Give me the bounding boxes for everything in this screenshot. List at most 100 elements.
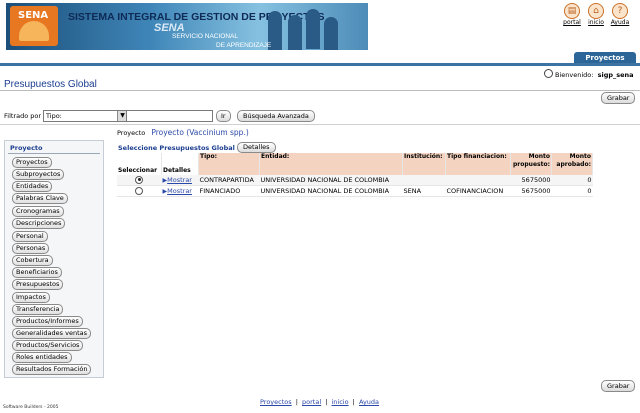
help-link-label: Ayuda bbox=[610, 19, 630, 26]
show-details-link[interactable]: Mostrar bbox=[167, 176, 192, 184]
sidebar-item-personas[interactable]: Personas bbox=[12, 243, 50, 254]
cell-entidad: UNIVERSIDAD NACIONAL DE COLOMBIA bbox=[259, 175, 403, 186]
header-banner: SENA SISTEMA INTEGRAL DE GESTION DE PROY… bbox=[6, 3, 368, 50]
budget-table: Seleccionar Detalles Tipo: Entidad: Inst… bbox=[117, 153, 593, 197]
row-detail-cell: ▶Mostrar bbox=[161, 185, 199, 197]
welcome-greeting: Bienvenido: bbox=[555, 71, 594, 79]
row-detail-cell: ▶Mostrar bbox=[161, 175, 199, 186]
save-button-bottom[interactable]: Grabar bbox=[601, 380, 636, 392]
tabbar-divider bbox=[0, 63, 640, 66]
project-label: Proyecto bbox=[117, 129, 146, 137]
footer-separator: | bbox=[295, 398, 298, 406]
project-value: Proyecto (Vaccinium spp.) bbox=[151, 128, 249, 137]
details-button[interactable]: Detalles bbox=[237, 142, 276, 153]
portal-icon: ▤ bbox=[564, 3, 580, 19]
footer-separator: | bbox=[325, 398, 328, 406]
cell-financiacion: COFINANCIACION bbox=[445, 185, 511, 197]
sidebar-item-entidades[interactable]: Entidades bbox=[12, 181, 53, 192]
column-header-institucion: Institución: bbox=[402, 153, 446, 175]
sidebar: Proyecto Proyectos Subproyectos Entidade… bbox=[4, 140, 104, 378]
table-row[interactable]: ▶Mostrar CONTRAPARTIDA UNIVERSIDAD NACIO… bbox=[117, 175, 593, 186]
sidebar-item-resultados-formacion[interactable]: Resultados Formación bbox=[12, 364, 92, 375]
sidebar-item-cronogramas[interactable]: Cronogramas bbox=[12, 206, 64, 217]
footer-link-portal[interactable]: portal bbox=[302, 398, 321, 406]
footer-nav: Proyectos | portal | inicio | Ayuda bbox=[258, 398, 381, 406]
username: sigp_sena bbox=[597, 71, 634, 79]
home-link-label: inicio bbox=[588, 19, 604, 26]
brand-subtitle-1: SERVICIO NACIONAL bbox=[172, 33, 238, 40]
footer-credit: Software Builders - 2005 bbox=[3, 405, 59, 410]
logo-text: SENA bbox=[18, 10, 49, 21]
row-select-cell bbox=[117, 175, 162, 186]
cell-financiacion bbox=[445, 175, 511, 186]
cell-monto-propuesto: 5675000 bbox=[510, 185, 552, 197]
sidebar-item-presupuestos[interactable]: Presupuestos bbox=[12, 279, 64, 290]
welcome-text: Bienvenido: sigp_sena bbox=[544, 69, 634, 79]
cell-institucion: SENA bbox=[402, 185, 446, 197]
filter-divider bbox=[0, 124, 640, 125]
cell-institucion bbox=[402, 175, 446, 186]
cell-tipo: CONTRAPARTIDA bbox=[198, 175, 260, 186]
logo-gear-shape bbox=[19, 21, 49, 41]
show-details-link[interactable]: Mostrar bbox=[167, 187, 192, 195]
cell-tipo: FINANCIADO bbox=[198, 185, 260, 197]
user-icon bbox=[544, 69, 553, 78]
sidebar-item-productos-informes[interactable]: Productos/Informes bbox=[12, 316, 83, 327]
column-header-detalles: Detalles bbox=[161, 153, 199, 175]
row-select-cell bbox=[117, 185, 162, 197]
filter-input[interactable] bbox=[126, 110, 213, 122]
sidebar-item-impactos[interactable]: Impactos bbox=[12, 292, 50, 303]
go-button[interactable]: Ir bbox=[216, 110, 231, 122]
select-budget-label: Seleccione Presupuestos Global bbox=[118, 144, 235, 152]
column-header-entidad: Entidad: bbox=[259, 153, 403, 175]
sidebar-item-proyectos[interactable]: Proyectos bbox=[12, 157, 52, 168]
portal-link-label: portal bbox=[563, 19, 581, 26]
page-title: Presupuestos Global bbox=[4, 79, 97, 90]
filter-select-value: Tipo: bbox=[46, 112, 62, 120]
banner-figure bbox=[324, 17, 338, 50]
footer-link-ayuda[interactable]: Ayuda bbox=[359, 398, 379, 406]
sidebar-item-subproyectos[interactable]: Subproyectos bbox=[12, 169, 65, 180]
sidebar-item-beneficiarios[interactable]: Beneficiarios bbox=[12, 267, 62, 278]
row-radio-button[interactable] bbox=[135, 186, 144, 195]
filter-select[interactable]: Tipo: ▼ bbox=[43, 110, 128, 122]
help-link[interactable]: ? Ayuda bbox=[610, 3, 630, 26]
sidebar-item-roles-entidades[interactable]: Roles entidades bbox=[12, 352, 72, 363]
home-icon: ⌂ bbox=[588, 3, 604, 19]
sidebar-item-transferencia[interactable]: Transferencia bbox=[12, 304, 64, 315]
sidebar-item-productos-servicios[interactable]: Productos/Servicios bbox=[12, 340, 84, 351]
table-header-row: Seleccionar Detalles Tipo: Entidad: Inst… bbox=[117, 153, 593, 175]
help-icon: ? bbox=[612, 3, 628, 19]
column-header-monto-aprobado: Monto aprobado: bbox=[551, 153, 593, 175]
sena-logo: SENA bbox=[10, 6, 58, 46]
footer-link-proyectos[interactable]: Proyectos bbox=[260, 398, 292, 406]
sidebar-item-personal[interactable]: Personal bbox=[12, 231, 48, 242]
cell-monto-propuesto: 5675000 bbox=[510, 175, 552, 186]
sidebar-heading: Proyecto bbox=[10, 144, 43, 152]
system-title: SISTEMA INTEGRAL DE GESTION DE PROYECTOS bbox=[68, 11, 325, 23]
column-header-monto-propuesto: Monto propuesto: bbox=[510, 153, 552, 175]
column-header-tipo-financiacion: Tipo financiacion: bbox=[445, 153, 511, 175]
row-radio-button[interactable] bbox=[135, 175, 144, 184]
filter-label: Filtrado por bbox=[4, 112, 42, 120]
portal-link[interactable]: ▤ portal bbox=[563, 3, 581, 26]
banner-figure bbox=[306, 9, 320, 49]
table-row[interactable]: ▶Mostrar FINANCIADO UNIVERSIDAD NACIONAL… bbox=[117, 185, 593, 197]
sidebar-item-cobertura[interactable]: Cobertura bbox=[12, 255, 53, 266]
sidebar-item-descripciones[interactable]: Descripciones bbox=[12, 218, 66, 229]
sidebar-item-palabras-clave[interactable]: Palabras Clave bbox=[12, 193, 68, 204]
sidebar-heading-rule bbox=[8, 153, 100, 154]
footer-separator: | bbox=[352, 398, 355, 406]
sidebar-item-generalidades-ventas[interactable]: Generalidades ventas bbox=[12, 328, 91, 339]
project-info: Proyecto Proyecto (Vaccinium spp.) bbox=[117, 128, 249, 137]
footer-link-inicio[interactable]: inicio bbox=[332, 398, 349, 406]
banner-figure bbox=[288, 15, 302, 50]
save-button-top[interactable]: Grabar bbox=[601, 92, 636, 104]
brand-subtitle-2: DE APRENDIZAJE bbox=[216, 42, 272, 49]
title-divider bbox=[0, 90, 640, 91]
cell-monto-aprobado: 0 bbox=[551, 175, 593, 186]
home-link[interactable]: ⌂ inicio bbox=[587, 3, 605, 26]
column-header-tipo: Tipo: bbox=[198, 153, 260, 175]
advanced-search-button[interactable]: Búsqueda Avanzada bbox=[237, 110, 315, 122]
cell-entidad: UNIVERSIDAD NACIONAL DE COLOMBIA bbox=[259, 185, 403, 197]
